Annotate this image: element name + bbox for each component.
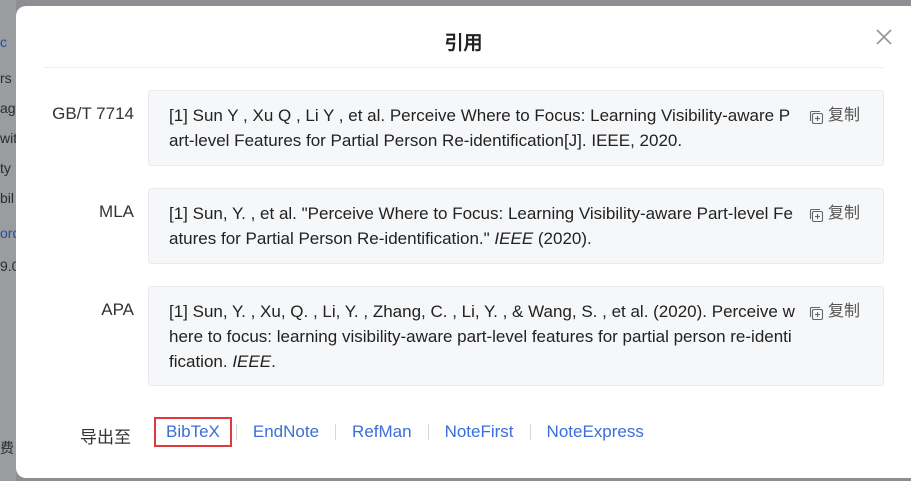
export-label: 导出至	[80, 428, 131, 447]
title-divider	[44, 67, 883, 68]
background-text: bil	[0, 190, 15, 206]
copy-button[interactable]: 复制	[809, 299, 860, 324]
export-bibtex-link[interactable]: BibTeX	[154, 417, 232, 447]
journal-name: IEEE	[232, 352, 272, 371]
citation-format-label: MLA	[99, 202, 134, 221]
citation-format-label: GB/T 7714	[52, 104, 134, 123]
citation-text: [1] Sun, Y. , Xu, Q. , Li, Y. , Zhang, C…	[169, 302, 795, 371]
link-separator	[235, 424, 237, 440]
export-refman-link[interactable]: RefMan	[340, 417, 424, 447]
copy-label: 复制	[828, 205, 861, 222]
export-noteexpress-link[interactable]: NoteExpress	[535, 417, 656, 447]
link-separator	[529, 424, 531, 440]
citation-format-label: APA	[101, 300, 134, 319]
copy-label: 复制	[828, 303, 861, 320]
background-text: 9.0	[0, 258, 16, 274]
background-text: ag	[0, 100, 16, 116]
link-separator	[427, 424, 429, 440]
background-text: ord	[0, 225, 16, 241]
export-endnote-link[interactable]: EndNote	[241, 417, 331, 447]
copy-label: 复制	[828, 107, 861, 124]
background-text: wit	[0, 130, 16, 146]
journal-name: IEEE	[494, 229, 534, 248]
citation-box-apa: [1] Sun, Y. , Xu, Q. , Li, Y. , Zhang, C…	[148, 286, 884, 386]
copy-icon	[809, 110, 824, 124]
close-icon[interactable]	[873, 26, 895, 48]
citation-dialog: 引用 GB/T 7714 [1] Sun Y , Xu Q , Li Y , e…	[16, 6, 911, 478]
citation-box-gbt: [1] Sun Y , Xu Q , Li Y , et al. Perceiv…	[148, 90, 884, 166]
background-text: rs	[0, 70, 12, 86]
citation-box-mla: [1] Sun, Y. , et al. "Perceive Where to …	[148, 188, 884, 264]
background-text: ty	[0, 160, 11, 176]
dialog-title: 引用	[444, 33, 483, 54]
export-notefirst-link[interactable]: NoteFirst	[433, 417, 526, 447]
copy-button[interactable]: 复制	[809, 103, 860, 128]
background-text: c	[0, 34, 7, 50]
copy-icon	[809, 306, 824, 320]
citation-text: [1] Sun, Y. , et al. "Perceive Where to …	[169, 204, 793, 248]
citation-text: [1] Sun Y , Xu Q , Li Y , et al. Perceiv…	[169, 106, 791, 150]
link-separator	[335, 424, 337, 440]
export-options: BibTeX EndNote RefMan NoteFirst NoteExpr…	[154, 417, 656, 447]
background-text: 费	[0, 440, 14, 456]
copy-icon	[809, 208, 824, 222]
copy-button[interactable]: 复制	[809, 201, 860, 226]
background-page: c rs ag wit ty bil ord 9.0 费	[0, 0, 16, 481]
